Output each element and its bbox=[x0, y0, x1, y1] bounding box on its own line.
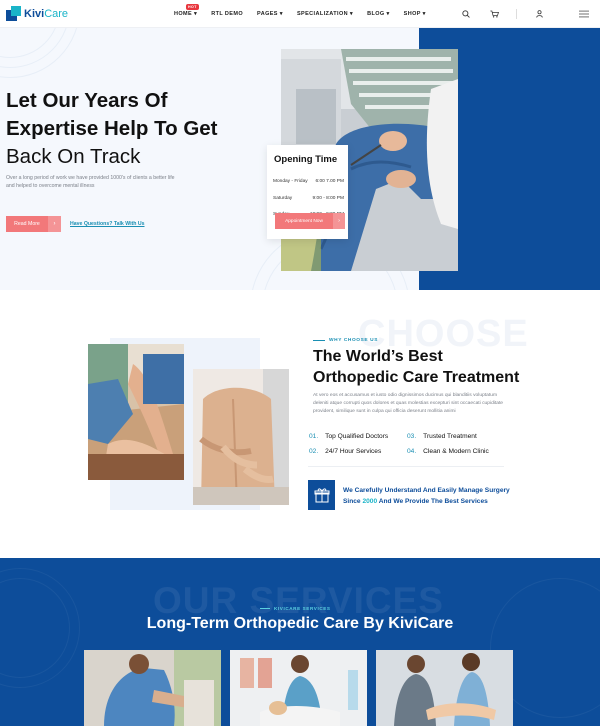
about-title-light: Care Treatment bbox=[398, 369, 520, 386]
nav-home-label: HOME ▾ bbox=[174, 11, 198, 17]
about-title-bold: Orthopedic bbox=[313, 369, 399, 386]
logo-text: KiviCare bbox=[24, 8, 68, 20]
back-exam-image bbox=[193, 369, 289, 505]
services-kicker-text: KIVICARE SERVICES bbox=[274, 606, 331, 611]
site-header: KiviCare HOME ▾ HOT RTL DEMO PAGES ▾ SPE… bbox=[0, 0, 600, 28]
feature-label: 24/7 Hour Services bbox=[325, 448, 382, 455]
knee-therapy-image bbox=[88, 344, 184, 480]
why-choose-kicker: WHY CHOOSE US bbox=[313, 338, 378, 343]
feature-item: 02. 24/7 Hour Services bbox=[309, 448, 381, 455]
service-card-image bbox=[84, 650, 221, 726]
feature-number: 01. bbox=[309, 433, 319, 440]
hero-title: Let Our Years Of Expertise Help To Get B… bbox=[6, 87, 246, 171]
service-card[interactable] bbox=[84, 650, 221, 726]
service-card[interactable] bbox=[376, 650, 513, 726]
talk-with-us-link[interactable]: Have Questions? Talk With Us bbox=[70, 221, 145, 227]
nav-rtl-demo[interactable]: RTL DEMO bbox=[211, 11, 243, 17]
opening-hours: 6:00 7.00 PM bbox=[315, 179, 344, 184]
logo[interactable]: KiviCare bbox=[6, 6, 68, 21]
knee-therapy-photo bbox=[88, 344, 184, 480]
back-pain-photo bbox=[193, 369, 289, 505]
service-card-image bbox=[230, 650, 367, 726]
services-section: OUR SERVICES KIVICARE SERVICES Long-Term… bbox=[0, 558, 600, 726]
hospital-gift-icon bbox=[308, 480, 335, 510]
feature-number: 04. bbox=[407, 448, 417, 455]
service-card[interactable] bbox=[230, 650, 367, 726]
about-title-line1: The World’s Best bbox=[313, 348, 443, 365]
cart-icon[interactable] bbox=[488, 8, 500, 20]
header-divider-2 bbox=[561, 9, 562, 19]
header-actions bbox=[460, 8, 590, 20]
callout-text: We Carefully Understand And Easily Manag… bbox=[343, 485, 513, 507]
appointment-now-label: Appointment Now bbox=[285, 218, 323, 224]
about-description: At vero eos et accusamus et iusto odio d… bbox=[313, 393, 504, 414]
kicker-line bbox=[260, 608, 270, 609]
nav-blog[interactable]: BLOG ▾ bbox=[367, 11, 390, 17]
opening-hours: 9:00 - 8:00 PM bbox=[312, 196, 344, 201]
opening-row: Monday - Friday 6:00 7.00 PM bbox=[273, 179, 344, 184]
feature-label: Top Qualified Doctors bbox=[325, 433, 389, 440]
feature-number: 02. bbox=[309, 448, 319, 455]
services-title-light: By KiviCare bbox=[358, 615, 454, 632]
user-icon[interactable] bbox=[533, 8, 545, 20]
logo-mark-icon bbox=[6, 6, 21, 21]
opening-row: Saturday 9:00 - 8:00 PM bbox=[273, 196, 344, 201]
logo-text-light: Care bbox=[44, 7, 69, 20]
services-title-bold: Long-Term Orthopedic Care bbox=[146, 615, 359, 632]
hero-section: Let Our Years Of Expertise Help To Get B… bbox=[0, 28, 600, 290]
service-card-image bbox=[376, 650, 513, 726]
nav-shop[interactable]: SHOP ▾ bbox=[404, 11, 426, 17]
hero-title-line2: Expertise Help To Get bbox=[6, 117, 218, 140]
feature-number: 03. bbox=[407, 433, 417, 440]
nav-specialization[interactable]: SPECIALIZATION ▾ bbox=[297, 11, 353, 17]
hero-description: Over a long period of work we have provi… bbox=[6, 175, 175, 189]
services-kicker: KIVICARE SERVICES bbox=[260, 606, 331, 611]
divider bbox=[308, 466, 504, 467]
main-nav: HOME ▾ HOT RTL DEMO PAGES ▾ SPECIALIZATI… bbox=[174, 4, 426, 17]
search-icon[interactable] bbox=[460, 8, 472, 20]
feature-label: Clean & Modern Clinic bbox=[423, 448, 489, 455]
services-title: Long-Term Orthopedic Care By KiviCare bbox=[0, 615, 600, 633]
feature-label: Trusted Treatment bbox=[423, 433, 477, 440]
about-title: The World’s Best Orthopedic Care Treatme… bbox=[313, 346, 533, 388]
nav-pages[interactable]: PAGES ▾ bbox=[257, 11, 283, 17]
feature-item: 03. Trusted Treatment bbox=[407, 433, 477, 440]
callout-line1: We Carefully Understand And Easily Manag… bbox=[343, 487, 510, 494]
nav-home[interactable]: HOME ▾ HOT bbox=[174, 4, 199, 17]
why-choose-section: CHOOSE WHY CHOOSE US The World’s Best Or… bbox=[0, 290, 600, 558]
callout-year: 2000 bbox=[362, 498, 378, 505]
appointment-now-button[interactable]: Appointment Now › bbox=[275, 213, 345, 229]
hero-title-line3: Back On Track bbox=[6, 145, 141, 168]
logo-text-bold: Kivi bbox=[24, 7, 45, 20]
opening-day: Saturday bbox=[273, 196, 293, 201]
callout-pre: Since bbox=[343, 498, 363, 505]
arrow-right-icon: › bbox=[333, 213, 345, 229]
callout-post: And We Provide The Best Services bbox=[377, 498, 488, 505]
why-choose-kicker-text: WHY CHOOSE US bbox=[329, 338, 379, 343]
read-more-button[interactable]: Read More › bbox=[6, 216, 61, 232]
hot-badge: HOT bbox=[186, 4, 199, 10]
opening-time-title: Opening Time bbox=[274, 154, 338, 165]
arrow-right-icon: › bbox=[48, 216, 61, 232]
kicker-line bbox=[313, 340, 325, 341]
hero-title-line1: Let Our Years Of bbox=[6, 89, 168, 112]
feature-item: 01. Top Qualified Doctors bbox=[309, 433, 388, 440]
feature-item: 04. Clean & Modern Clinic bbox=[407, 448, 489, 455]
menu-icon[interactable] bbox=[578, 8, 590, 20]
opening-day: Monday - Friday bbox=[273, 179, 308, 184]
header-divider bbox=[516, 9, 517, 19]
read-more-label: Read More bbox=[14, 221, 40, 227]
